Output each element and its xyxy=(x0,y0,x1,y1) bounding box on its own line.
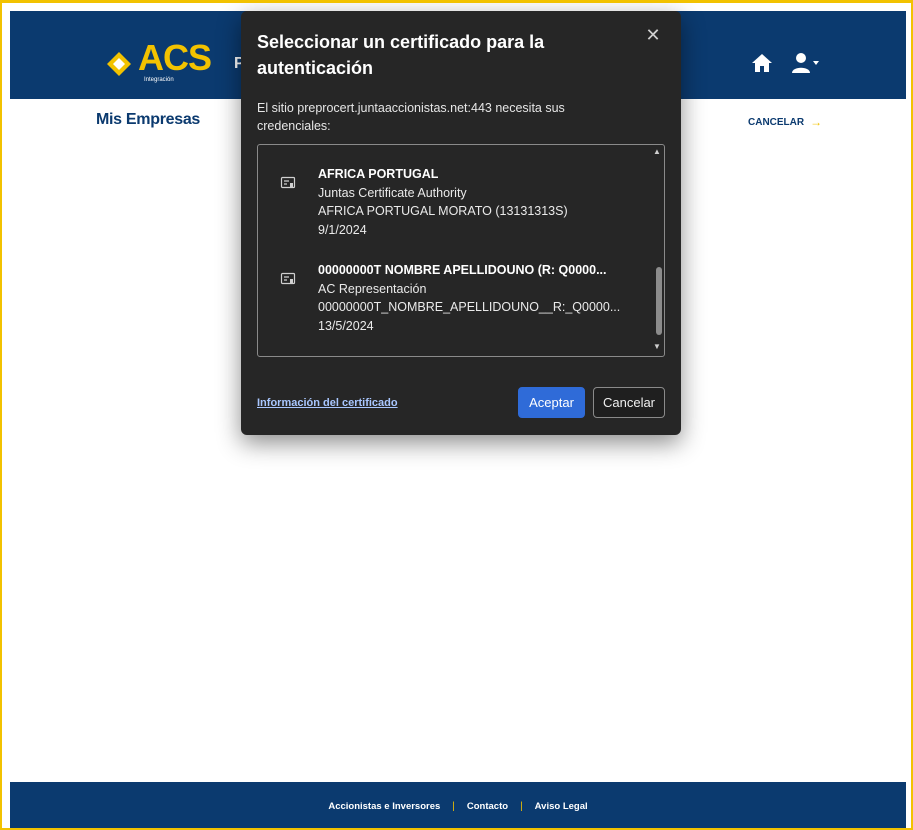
dialog-title: Seleccionar un certificado para la auten… xyxy=(257,32,545,78)
home-icon[interactable] xyxy=(750,51,774,75)
footer-link-investors[interactable]: Accionistas e Inversores xyxy=(328,801,440,812)
user-menu-icon[interactable] xyxy=(790,51,820,75)
accept-button[interactable]: Aceptar xyxy=(518,387,585,418)
footer-separator: | xyxy=(452,800,455,812)
certificate-dialog: Seleccionar un certificado para la auten… xyxy=(241,11,681,435)
logo-text: ACS xyxy=(138,37,212,78)
certificate-name: AFRICA PORTUGAL xyxy=(318,167,439,181)
footer-separator: | xyxy=(520,800,523,812)
acs-logo[interactable]: ACS Integración xyxy=(104,37,244,85)
certificate-details: 00000000T NOMBRE APELLIDOUNO (R: Q0000..… xyxy=(318,261,620,335)
certificate-issuer: Juntas Certificate Authority xyxy=(318,185,467,200)
certificate-subject: 00000000T_NOMBRE_APELLIDOUNO__R:_Q0000..… xyxy=(318,300,621,314)
certificate-issuer: AC Representación xyxy=(318,281,427,296)
site-footer: Accionistas e Inversores | Contacto | Av… xyxy=(10,782,906,828)
page-title: Mis Empresas xyxy=(96,111,201,128)
close-icon[interactable]: ✕ xyxy=(643,25,663,45)
certificate-info-link[interactable]: Información del certificado xyxy=(257,397,398,409)
logo-subtitle: Integración xyxy=(144,77,174,83)
footer-link-contact[interactable]: Contacto xyxy=(467,801,508,812)
scroll-down-icon[interactable]: ▼ xyxy=(653,342,661,351)
certificate-item[interactable]: 00000000T NOMBRE APELLIDOUNO (R: Q0000..… xyxy=(258,259,650,353)
footer-link-legal[interactable]: Aviso Legal xyxy=(535,801,588,812)
scrollbar-thumb[interactable] xyxy=(656,267,662,335)
arrow-right-icon: → xyxy=(810,115,823,129)
scroll-up-icon[interactable]: ▲ xyxy=(653,147,661,156)
header-nav-icons xyxy=(750,51,820,75)
certificate-icon xyxy=(280,272,296,285)
certificate-list[interactable]: AFRICA PORTUGAL Juntas Certificate Autho… xyxy=(257,144,665,357)
dialog-description: El sitio preprocert.juntaaccionistas.net… xyxy=(257,101,565,133)
certificate-name: 00000000T NOMBRE APELLIDOUNO (R: Q0000..… xyxy=(318,263,607,277)
certificate-item[interactable]: AFRICA PORTUGAL Juntas Certificate Autho… xyxy=(258,163,650,257)
cancel-link-label: CANCELAR xyxy=(748,116,805,128)
certificate-date: 13/5/2024 xyxy=(318,318,374,333)
cancel-link[interactable]: CANCELAR → xyxy=(748,115,822,129)
acs-diamond-icon xyxy=(107,52,131,76)
cancel-button[interactable]: Cancelar xyxy=(593,387,665,418)
browser-viewport: ACS Integración Pl Mis Empresas CANCELAR… xyxy=(0,0,913,830)
certificate-subject: AFRICA PORTUGAL MORATO (13131313S) xyxy=(318,204,568,218)
certificate-date: 9/1/2024 xyxy=(318,222,367,237)
certificate-icon xyxy=(280,176,296,189)
certificate-details: AFRICA PORTUGAL Juntas Certificate Autho… xyxy=(318,165,568,239)
